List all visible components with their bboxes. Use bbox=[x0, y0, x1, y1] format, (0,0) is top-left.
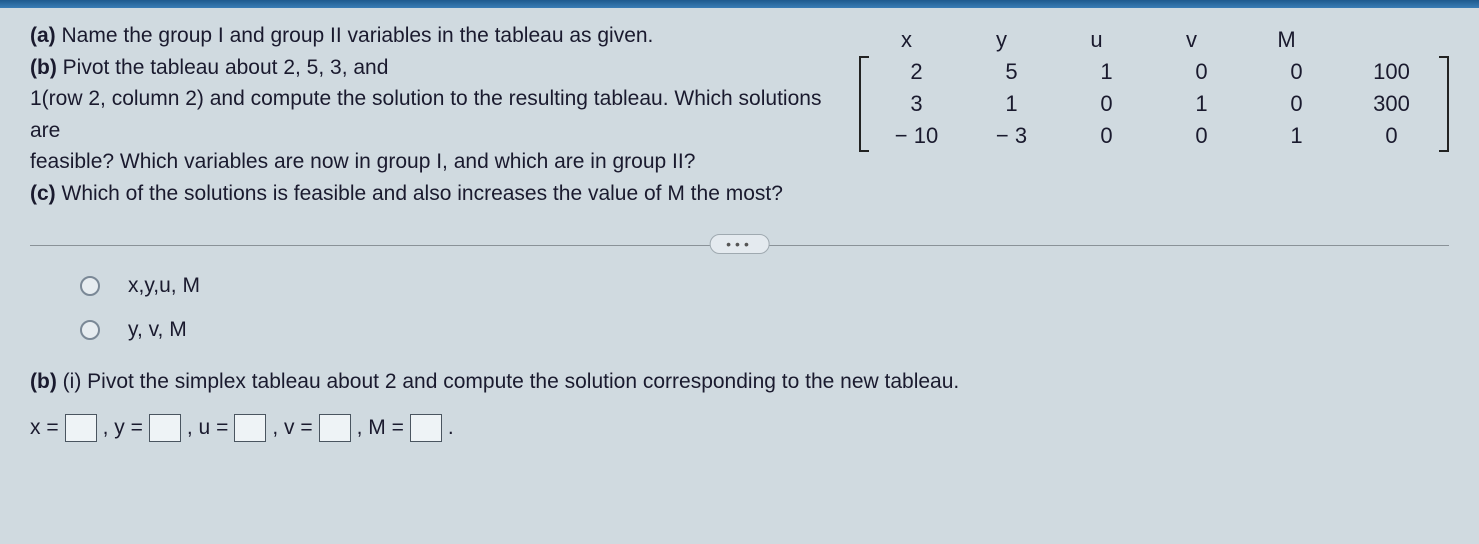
cell: 5 bbox=[964, 56, 1059, 88]
expand-button[interactable]: ••• bbox=[709, 234, 770, 254]
col-header bbox=[1334, 24, 1429, 56]
part-a-text: Name the group I and group II variables … bbox=[56, 24, 654, 47]
cell: 0 bbox=[1344, 120, 1439, 152]
part-b-text3: feasible? Which variables are now in gro… bbox=[30, 150, 695, 173]
table-row: − 10 − 3 0 0 1 0 bbox=[869, 120, 1439, 152]
cell: 0 bbox=[1154, 56, 1249, 88]
cell: 0 bbox=[1249, 56, 1344, 88]
cell: − 10 bbox=[869, 120, 964, 152]
option-label: x,y,u, M bbox=[128, 274, 200, 298]
answer-options: x,y,u, M y, v, M bbox=[80, 274, 1449, 342]
col-header: y bbox=[954, 24, 1049, 56]
cell: 0 bbox=[1154, 120, 1249, 152]
part-c-text: Which of the solutions is feasible and a… bbox=[56, 182, 783, 205]
part-b-i-label: (b) bbox=[30, 370, 57, 393]
cell: 1 bbox=[1249, 120, 1344, 152]
part-b-text: Pivot the tableau about 2, 5, 3, and bbox=[57, 56, 389, 79]
cell: 3 bbox=[869, 88, 964, 120]
cell: 100 bbox=[1344, 56, 1439, 88]
part-b-label: (b) bbox=[30, 56, 57, 79]
col-header: M bbox=[1239, 24, 1334, 56]
radio-icon[interactable] bbox=[80, 276, 100, 296]
m-field[interactable] bbox=[410, 414, 442, 442]
part-b-i-text: Pivot the simplex tableau about 2 and co… bbox=[87, 370, 959, 393]
equation-inputs: x = , y = , u = , v = , M = . bbox=[30, 414, 1449, 442]
y-field[interactable] bbox=[149, 414, 181, 442]
part-b-i: (b) (i) Pivot the simplex tableau about … bbox=[30, 370, 1449, 394]
tableau-header-row: x y u v M bbox=[859, 24, 1449, 56]
cell: − 3 bbox=[964, 120, 1059, 152]
option-row[interactable]: y, v, M bbox=[80, 318, 1449, 342]
bracket-left bbox=[859, 56, 869, 152]
cell: 0 bbox=[1249, 88, 1344, 120]
v-field[interactable] bbox=[319, 414, 351, 442]
eq-label-v: , v = bbox=[272, 416, 312, 440]
cell: 2 bbox=[869, 56, 964, 88]
cell: 1 bbox=[1059, 56, 1154, 88]
eq-label-x: x = bbox=[30, 416, 59, 440]
bracket-right bbox=[1439, 56, 1449, 152]
option-row[interactable]: x,y,u, M bbox=[80, 274, 1449, 298]
part-a-label: (a) bbox=[30, 24, 56, 47]
col-header: u bbox=[1049, 24, 1144, 56]
part-c-label: (c) bbox=[30, 182, 56, 205]
u-field[interactable] bbox=[234, 414, 266, 442]
question-text: (a) Name the group I and group II variab… bbox=[30, 20, 839, 209]
cell: 0 bbox=[1059, 120, 1154, 152]
cell: 300 bbox=[1344, 88, 1439, 120]
table-row: 2 5 1 0 0 100 bbox=[869, 56, 1439, 88]
radio-icon[interactable] bbox=[80, 320, 100, 340]
part-b-i-roman: (i) bbox=[57, 370, 87, 393]
option-label: y, v, M bbox=[128, 318, 187, 342]
eq-end: . bbox=[448, 416, 454, 440]
cell: 1 bbox=[964, 88, 1059, 120]
x-field[interactable] bbox=[65, 414, 97, 442]
eq-label-u: , u = bbox=[187, 416, 228, 440]
cell: 1 bbox=[1154, 88, 1249, 120]
simplex-tableau: x y u v M 2 5 1 0 0 100 bbox=[859, 24, 1449, 152]
eq-label-m: , M = bbox=[357, 416, 404, 440]
table-row: 3 1 0 1 0 300 bbox=[869, 88, 1439, 120]
col-header: v bbox=[1144, 24, 1239, 56]
col-header: x bbox=[859, 24, 954, 56]
cell: 0 bbox=[1059, 88, 1154, 120]
eq-label-y: , y = bbox=[103, 416, 143, 440]
part-b-text2: 1(row 2, column 2) and compute the solut… bbox=[30, 87, 821, 142]
